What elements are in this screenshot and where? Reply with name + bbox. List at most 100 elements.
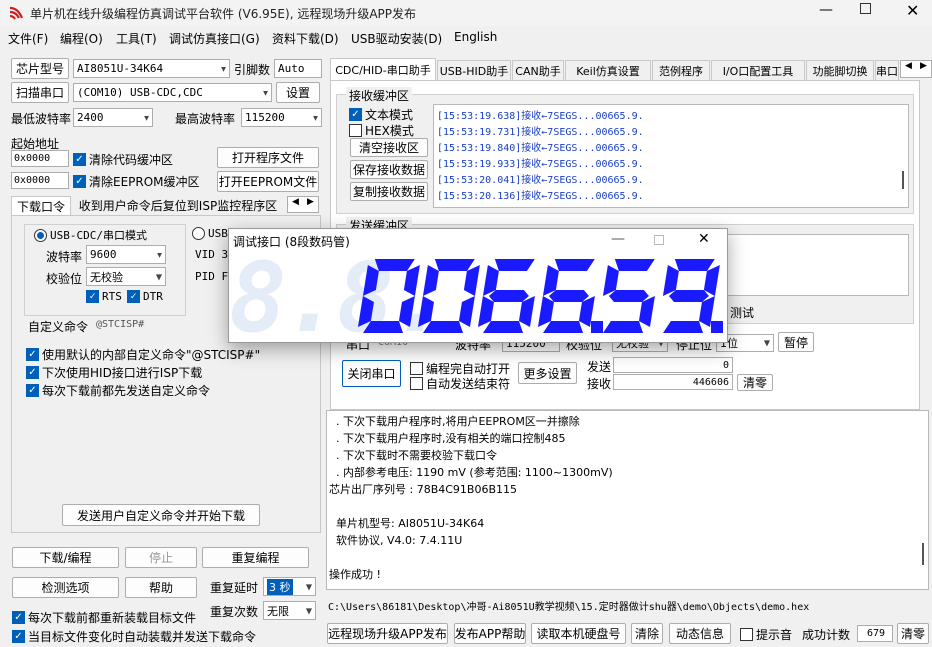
send-custom-download-button[interactable]: 发送用户自定义命令并开始下载 <box>62 504 260 526</box>
chevron-right-icon[interactable]: ▶ <box>303 197 318 212</box>
auto-load-checkbox[interactable]: ✓ 当目标文件变化时自动装载并发送下载命令 <box>12 628 256 645</box>
chevron-left-icon[interactable]: ◀ <box>901 61 916 77</box>
pin-count-select[interactable]: Auto <box>274 59 322 78</box>
max-baud-select[interactable]: 115200 ▼ <box>241 108 322 127</box>
publish-help-button[interactable]: 发布APP帮助 <box>454 623 526 644</box>
tab-scroll[interactable]: ◀ ▶ <box>900 60 932 78</box>
scrollbar-thumb[interactable] <box>902 171 904 189</box>
repeat-count-label: 重复次数 <box>210 605 259 619</box>
repeat-delay-select[interactable]: 3 秒 ▼ <box>263 577 316 596</box>
help-button[interactable]: 帮助 <box>125 577 197 598</box>
send-command-checkbox[interactable]: ✓ 每次下载前都先发送自定义命令 <box>26 382 210 399</box>
digit-segment <box>608 290 649 302</box>
minimize-icon[interactable]: — <box>819 2 833 18</box>
menu-english[interactable]: English <box>454 30 497 44</box>
open-program-button[interactable]: 打开程序文件 <box>217 147 319 168</box>
tab-reset-isp[interactable]: 收到用户命令后复位到ISP监控程序区 <box>73 196 283 214</box>
hid-isp-checkbox[interactable]: ✓ 下次使用HID接口进行ISP下载 <box>26 364 202 381</box>
scan-port-button[interactable]: 扫描串口 <box>11 82 69 103</box>
open-eeprom-button[interactable]: 打开EEPROM文件 <box>217 171 319 192</box>
tab-can[interactable]: CAN助手 <box>512 60 564 80</box>
digit-segment <box>663 321 703 333</box>
log-line: 软件协议, V4.0: 7.4.11U <box>329 534 463 547</box>
menu-file[interactable]: 文件(F) <box>8 30 48 47</box>
text-mode-checkbox[interactable]: ✓ 文本模式 <box>349 106 413 123</box>
repeat-program-button[interactable]: 重复编程 <box>202 547 309 568</box>
vid-label: VID 3 <box>195 248 229 261</box>
tab-examples[interactable]: 范例程序 <box>652 60 710 80</box>
auto-send-end-checkbox[interactable]: 自动发送结束符 <box>410 375 510 392</box>
port-select[interactable]: (COM10) USB-CDC,CDC ▼ <box>73 83 272 102</box>
digit-segment <box>488 290 529 302</box>
mode-usb-radio[interactable]: USB <box>192 227 228 240</box>
tab-pin-switch[interactable]: 功能脚切换 <box>806 60 874 80</box>
detect-options-button[interactable]: 检测选项 <box>12 577 119 598</box>
code-address-input[interactable]: 0x0000 <box>11 150 69 167</box>
menu-usb[interactable]: USB驱动安装(D) <box>351 30 442 47</box>
stop-button[interactable]: 停止 <box>125 547 197 568</box>
recv-count-value: 446606 <box>613 374 733 390</box>
remote-upgrade-button[interactable]: 远程现场升级APP发布 <box>327 623 448 644</box>
receive-textarea[interactable]: [15:53:19.638]接收←7SEGS...00665.9. [15:53… <box>433 104 909 208</box>
save-receive-button[interactable]: 保存接收数据 <box>350 160 428 179</box>
more-settings-button[interactable]: 更多设置 <box>518 362 577 384</box>
chip-model-select[interactable]: AI8051U-34K64 ▼ <box>73 59 230 78</box>
menu-download[interactable]: 资料下载(D) <box>272 30 339 47</box>
window-title: 单片机在线升级编程仿真调试平台软件 (V6.95E), 远程现场升级APP发布 <box>30 7 417 21</box>
download-program-button[interactable]: 下载/编程 <box>12 547 119 568</box>
digit-segment <box>458 296 475 327</box>
clear-count-button[interactable]: 清零 <box>737 374 773 391</box>
read-disk-button[interactable]: 读取本机硬盘号 <box>531 623 626 644</box>
dtr-checkbox[interactable]: ✓ DTR <box>127 290 163 303</box>
clear-code-checkbox[interactable]: ✓ 清除代码缓冲区 <box>73 151 173 168</box>
digit-segment <box>362 265 379 296</box>
success-count-value: 679 <box>857 625 893 642</box>
settings-button[interactable]: 设置 <box>276 82 320 103</box>
mode-usb-cdc-radio[interactable]: USB-CDC/串口模式 <box>34 227 147 243</box>
output-log[interactable]: . 下次下载用户程序时,将用户EEPROM区一并擦除 . 下次下载用户程序时,没… <box>326 410 929 590</box>
clear-eeprom-checkbox[interactable]: ✓ 清除EEPROM缓冲区 <box>73 173 200 190</box>
clear-log-button[interactable]: 清除 <box>631 623 663 644</box>
send-count-value: 0 <box>613 357 733 373</box>
close-port-button[interactable]: 关闭串口 <box>342 360 401 387</box>
menu-debug[interactable]: 调试仿真接口(G) <box>169 30 260 47</box>
tab-io-config[interactable]: I/O口配置工具 <box>711 60 805 80</box>
copy-receive-button[interactable]: 复制接收数据 <box>350 182 428 201</box>
log-line: . 内部参考电压: 1190 mV (参考范围: 1100~1300mV) <box>329 466 613 479</box>
chevron-left-icon[interactable]: ◀ <box>288 197 303 212</box>
parity-select[interactable]: 无校验 ▼ <box>86 267 166 286</box>
clear-receive-button[interactable]: 清空接收区 <box>350 138 428 157</box>
baud-select[interactable]: 9600 ▼ <box>86 245 166 264</box>
repeat-count-select[interactable]: 无限 ▼ <box>263 601 316 620</box>
beep-checkbox[interactable]: 提示音 <box>740 626 792 643</box>
rts-checkbox[interactable]: ✓ RTS <box>86 290 122 303</box>
tab-serial[interactable]: 串口 <box>875 60 899 80</box>
close-icon[interactable]: ✕ <box>906 1 919 20</box>
eeprom-address-input[interactable]: 0x0000 <box>11 172 69 189</box>
log-line: . 下次下载时不需要校验下载口令 <box>329 449 497 462</box>
scrollbar-thumb[interactable] <box>922 543 924 565</box>
reload-target-checkbox[interactable]: ✓ 每次下载前都重新装载目标文件 <box>12 609 196 626</box>
menu-program[interactable]: 编程(O) <box>60 30 103 47</box>
tab-usb-hid[interactable]: USB-HID助手 <box>437 60 511 80</box>
tab-cdc-hid-serial[interactable]: CDC/HID-串口助手 <box>330 58 436 80</box>
hex-mode-checkbox[interactable]: HEX模式 <box>349 122 414 139</box>
digit-segment <box>614 259 655 271</box>
default-command-checkbox[interactable]: ✓ 使用默认的内部自定义命令"@STCISP#" <box>26 346 260 363</box>
chip-model-button[interactable]: 芯片型号 <box>11 58 69 79</box>
receive-line: [15:53:20.041]接收←7SEGS...00665.9. <box>437 175 644 186</box>
menu-tools[interactable]: 工具(T) <box>116 30 157 47</box>
min-baud-select[interactable]: 2400 ▼ <box>73 108 153 127</box>
seven-segment-display <box>357 259 723 333</box>
tab-keil[interactable]: Keil仿真设置 <box>565 60 651 80</box>
chevron-right-icon[interactable]: ▶ <box>916 61 931 77</box>
tab-download-password[interactable]: 下载口令 <box>11 196 71 216</box>
digit-segment <box>422 265 439 296</box>
clear-success-button[interactable]: 清零 <box>897 623 929 644</box>
custom-command-input[interactable]: @STCISP# <box>96 319 144 330</box>
tab-scroll[interactable]: ◀ ▶ <box>287 196 319 213</box>
pause-button[interactable]: 暂停 <box>778 332 814 352</box>
dynamic-info-button[interactable]: 动态信息 <box>669 623 731 644</box>
maximize-icon[interactable] <box>860 3 871 14</box>
